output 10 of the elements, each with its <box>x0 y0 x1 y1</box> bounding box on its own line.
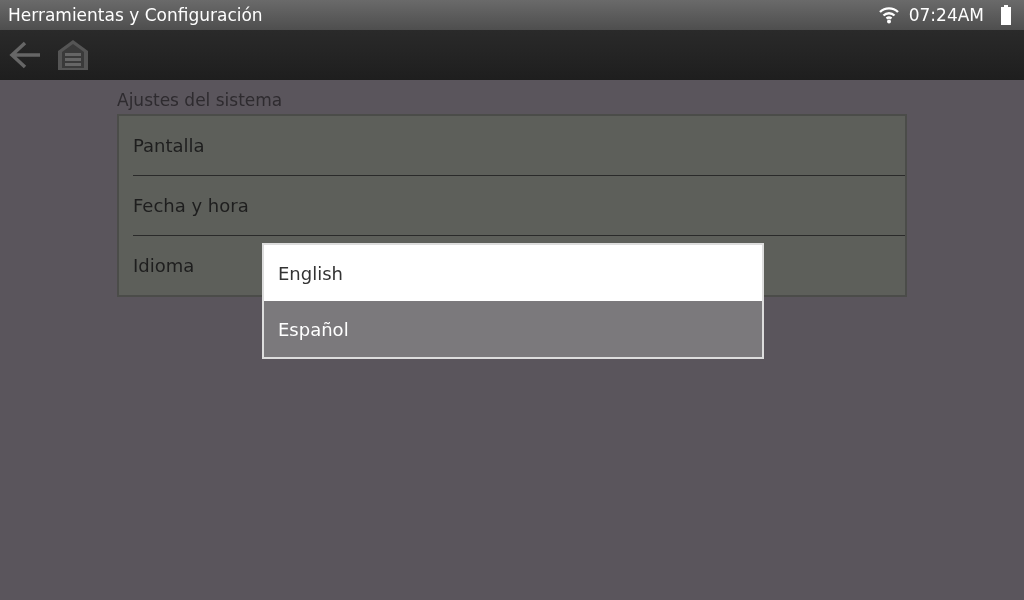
language-option[interactable]: Español <box>264 301 762 357</box>
wifi-icon <box>878 6 899 24</box>
settings-item[interactable]: Pantalla <box>133 116 905 176</box>
battery-icon <box>1000 5 1012 25</box>
clock-time: 07:24AM <box>908 5 984 25</box>
settings-item[interactable]: Fecha y hora <box>133 176 905 236</box>
language-option[interactable]: English <box>264 245 762 301</box>
app-title: Herramientas y Configuración <box>8 5 263 25</box>
back-icon[interactable] <box>8 40 42 70</box>
home-icon[interactable] <box>56 38 90 72</box>
